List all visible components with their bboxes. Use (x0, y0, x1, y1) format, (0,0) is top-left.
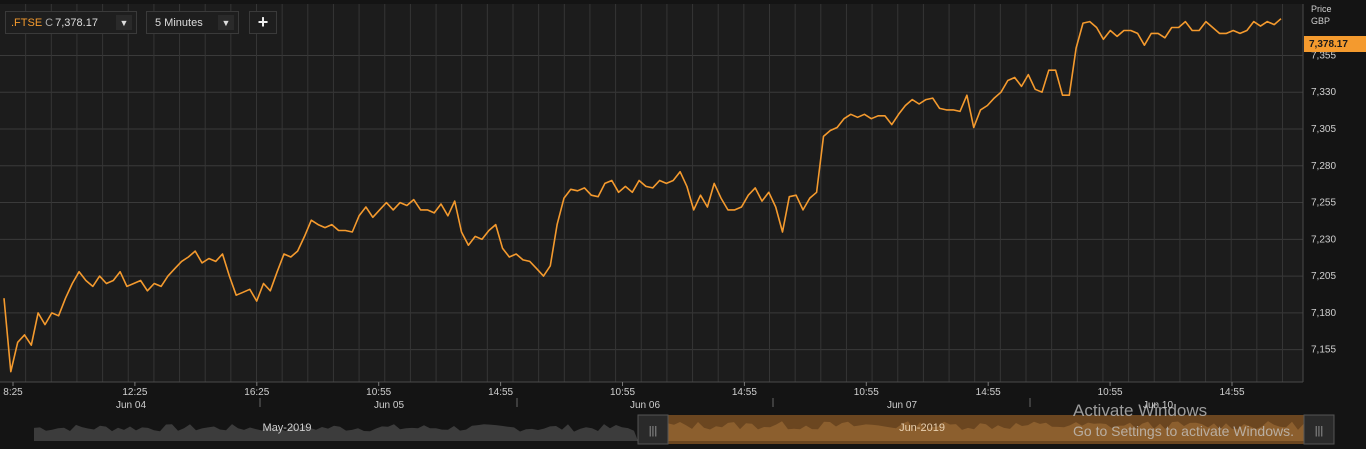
symbol-dropdown-icon[interactable]: ▼ (116, 15, 132, 30)
x-time-label: 10:55 (854, 387, 879, 398)
watermark-subtitle: Go to Settings to activate Windows. (1073, 423, 1294, 439)
y-tick-label: 7,155 (1311, 345, 1336, 356)
symbol-name: .FTSE (11, 16, 43, 29)
y-tick-label: 7,305 (1311, 124, 1336, 135)
y-tick-label: 7,255 (1311, 198, 1336, 209)
interval-dropdown-icon[interactable]: ▼ (218, 15, 234, 30)
price-axis-currency: GBP (1311, 16, 1331, 26)
x-time-label: 10:55 (610, 387, 635, 398)
x-time-label: 14:55 (1219, 387, 1244, 398)
x-date-label: Jun 06 (630, 400, 660, 411)
x-date-label: Jun 05 (374, 400, 404, 411)
navigator-month-may: May-2019 (263, 422, 312, 434)
watermark-title: Activate Windows (1073, 401, 1208, 420)
y-tick-label: 7,180 (1311, 308, 1336, 319)
right-handle-grip-icon: ||| (1315, 425, 1324, 437)
navigator-month-jun: Jun-2019 (899, 422, 945, 434)
left-handle-grip-icon: ||| (649, 425, 658, 437)
x-time-label: 8:25 (3, 387, 23, 398)
close-marker: C (45, 16, 54, 29)
x-time-label: 14:55 (488, 387, 513, 398)
interval-label: 5 Minutes (155, 16, 203, 29)
price-axis-header: Price GBP (1311, 3, 1332, 27)
y-tick-label: 7,205 (1311, 271, 1336, 282)
x-date-label: Jun 04 (116, 400, 146, 411)
x-time-label: 14:55 (732, 387, 757, 398)
windows-activation-watermark: Activate Windows Go to Settings to activ… (1073, 400, 1294, 442)
plus-icon: + (257, 12, 269, 32)
x-time-label: 16:25 (244, 387, 269, 398)
x-time-label: 10:55 (366, 387, 391, 398)
symbol-selector[interactable]: .FTSE C 7,378.17 ▼ (5, 11, 137, 34)
y-axis: 7,155 7,180 7,205 7,230 7,255 7,280 7,305 7,330… (1311, 50, 1336, 355)
chart-canvas[interactable]: 7,155 7,180 7,205 7,230 7,255 7,280 7,305 7,330… (0, 0, 1366, 449)
symbol-last-value: 7,378.17 (55, 16, 98, 29)
last-price-badge: 7,378.17 (1304, 36, 1366, 52)
x-time-label: 10:55 (1098, 387, 1123, 398)
price-axis-title: Price (1311, 4, 1332, 14)
interval-selector[interactable]: 5 Minutes ▼ (146, 11, 239, 34)
x-time-label: 12:25 (122, 387, 147, 398)
x-date-label: Jun 07 (887, 400, 917, 411)
y-tick-label: 7,355 (1311, 50, 1336, 61)
add-study-button[interactable]: + (249, 11, 277, 34)
plot-area (0, 4, 1303, 382)
y-tick-label: 7,330 (1311, 87, 1336, 98)
y-tick-label: 7,280 (1311, 161, 1336, 172)
x-time-label: 14:55 (976, 387, 1001, 398)
y-tick-label: 7,230 (1311, 234, 1336, 245)
